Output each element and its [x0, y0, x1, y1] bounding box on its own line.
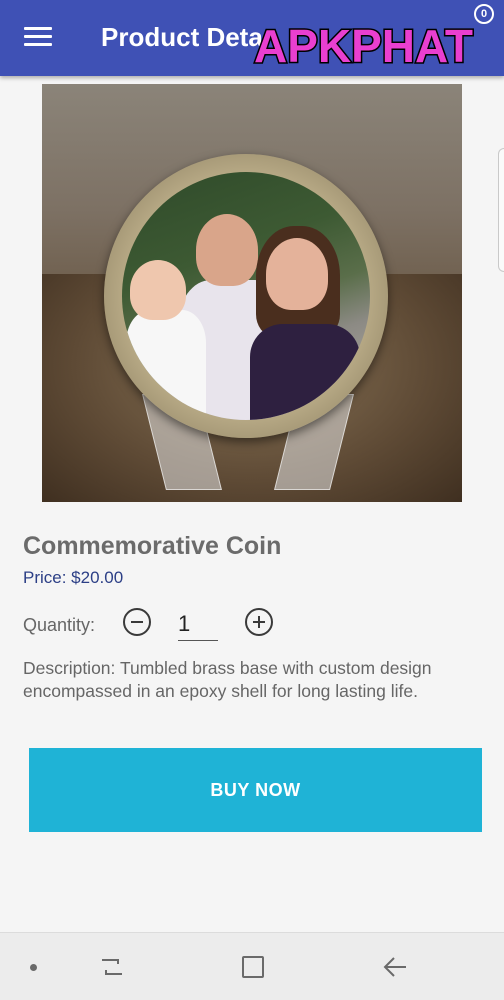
watermark-logo: APKPHAT: [253, 19, 475, 74]
quantity-input[interactable]: [178, 607, 218, 641]
app-bar: Product Deta APKPHAT 0: [0, 0, 504, 76]
cart-icon[interactable]: 0: [474, 4, 494, 24]
buy-now-button[interactable]: BUY NOW: [29, 748, 482, 832]
product-photo: [42, 84, 462, 502]
product-name: Commemorative Coin: [23, 532, 282, 560]
product-price: Price: $20.00: [23, 568, 124, 587]
watermark-text: APKPHAT: [254, 20, 473, 72]
hamburger-menu-icon[interactable]: [24, 25, 54, 49]
product-description: Description: Tumbled brass base with cus…: [23, 658, 432, 701]
recent-apps-icon[interactable]: [99, 954, 125, 980]
coin-family-photo: [122, 172, 370, 420]
system-nav-bar: [0, 932, 504, 1000]
scroll-handle[interactable]: [498, 148, 504, 272]
increase-quantity-icon[interactable]: [245, 608, 273, 636]
cart-badge-count: 0: [480, 8, 488, 20]
coin: [104, 154, 388, 438]
back-icon[interactable]: [382, 954, 408, 980]
dot-icon[interactable]: [30, 964, 37, 971]
page-title: Product Deta: [101, 22, 263, 52]
quantity-label: Quantity:: [23, 615, 96, 635]
decrease-quantity-icon[interactable]: [123, 608, 151, 636]
home-icon[interactable]: [242, 956, 264, 978]
